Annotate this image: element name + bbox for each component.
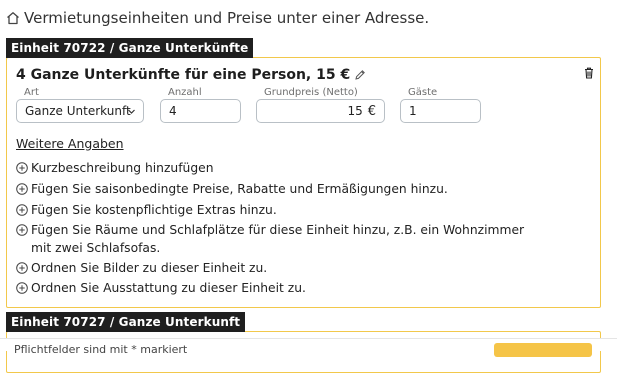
plus-circle-icon [16,262,28,274]
trash-icon[interactable] [584,67,594,79]
option-ausstattung[interactable]: Ordnen Sie Ausstattung zu dieser Einheit… [16,279,541,297]
option-kurzbeschreibung[interactable]: Kurzbeschreibung hinzufügen [16,159,541,177]
preis-label: Grundpreis (Netto) [264,87,358,98]
currency-symbol: € [367,103,376,119]
art-select[interactable]: Ganze Unterkunft [16,99,144,123]
grundpreis-value: 15 [347,104,363,118]
page-header: Vermietungseinheiten und Preise unter ei… [6,8,429,28]
anzahl-value: 4 [169,104,177,118]
unit-tag-70722: Einheit 70722 / Ganze Unterkünfte [6,38,254,58]
option-bilder[interactable]: Ordnen Sie Bilder zu dieser Einheit zu. [16,259,541,277]
plus-circle-icon [16,204,28,216]
anzahl-label: Anzahl [168,87,202,98]
page-title: Vermietungseinheiten und Preise unter ei… [24,9,430,27]
weitere-angaben-heading: Weitere Angaben [16,136,124,151]
save-button[interactable] [494,343,592,357]
option-extras[interactable]: Fügen Sie kostenpflichtige Extras hinzu. [16,201,541,219]
unit-title: 4 Ganze Unterkünfte für eine Person, 15 … [16,67,366,83]
unit-tag-70727: Einheit 70727 / Ganze Unterkunft [6,312,246,332]
unit-title-text: 4 Ganze Unterkünfte für eine Person, 15 … [16,67,351,83]
plus-circle-icon [16,162,28,174]
gaeste-input[interactable]: 1 [400,99,481,123]
option-raeume[interactable]: Fügen Sie Räume und Schlafplätze für die… [16,221,541,257]
grundpreis-input[interactable]: 15 € [256,99,385,123]
home-icon [7,12,19,25]
anzahl-input[interactable]: 4 [160,99,241,123]
art-label: Art [24,87,39,98]
unit-card-70722: 4 Ganze Unterkünfte für eine Person, 15 … [6,57,601,308]
art-select-value: Ganze Unterkunft [25,104,131,118]
edit-pencil-icon[interactable] [354,69,366,81]
gaeste-value: 1 [409,104,417,118]
plus-circle-icon [16,282,28,294]
gaeste-label: Gäste [408,87,438,98]
plus-circle-icon [16,224,28,236]
option-saisonpreise[interactable]: Fügen Sie saisonbedingte Preise, Rabatte… [16,180,541,198]
chevron-down-icon [128,109,135,114]
plus-circle-icon [16,183,28,195]
